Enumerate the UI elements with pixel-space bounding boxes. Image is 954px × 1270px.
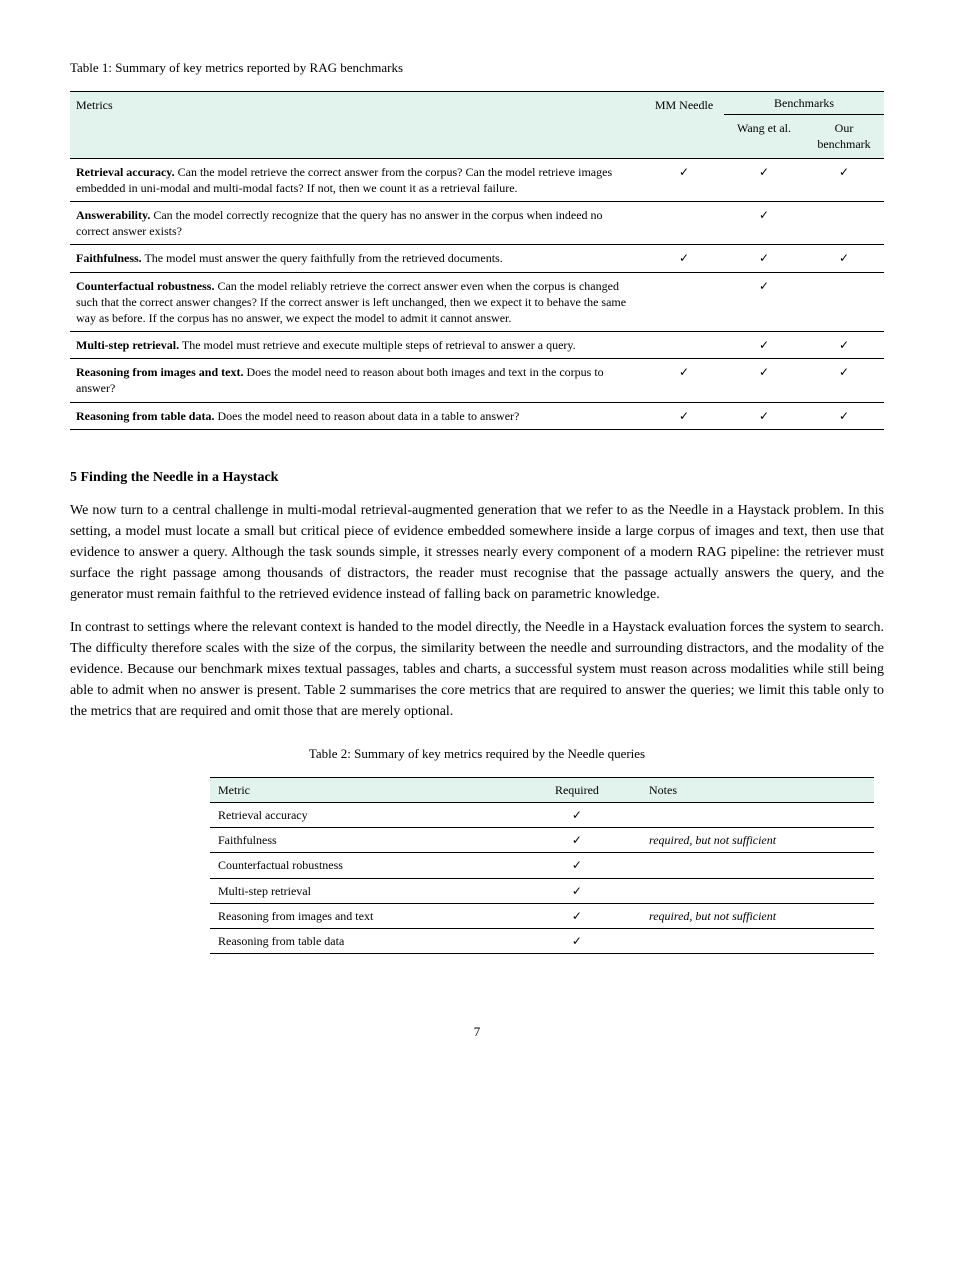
t2-notes-cell xyxy=(641,928,874,953)
t1-mark-cell: ✓ xyxy=(724,359,804,402)
section5-para1: We now turn to a central challenge in mu… xyxy=(70,500,884,605)
check-icon: ✓ xyxy=(839,365,849,379)
t1-mark-cell: ✓ xyxy=(644,402,724,429)
t1-mark-cell: ✓ xyxy=(804,245,884,272)
t2-required-cell: ✓ xyxy=(513,928,641,953)
check-icon: ✓ xyxy=(759,251,769,265)
t1-mark-cell: ✓ xyxy=(724,158,804,201)
t1-mark-cell xyxy=(644,332,724,359)
check-icon: ✓ xyxy=(679,409,689,423)
t2-metric-cell: Counterfactual robustness xyxy=(210,853,513,878)
check-icon: ✓ xyxy=(759,208,769,222)
t2-notes-cell xyxy=(641,803,874,828)
t1-h-benchmarks: Benchmarks xyxy=(724,92,884,115)
t1-metric-cell: Reasoning from table data. Does the mode… xyxy=(70,402,644,429)
t1-mark-cell xyxy=(644,201,724,244)
page-number: 7 xyxy=(70,1024,884,1040)
table2: Metric Required Notes Retrieval accuracy… xyxy=(210,777,874,954)
t2-required-cell: ✓ xyxy=(513,828,641,853)
t2-notes-cell xyxy=(641,878,874,903)
check-icon: ✓ xyxy=(572,833,582,847)
check-icon: ✓ xyxy=(839,165,849,179)
t1-mark-cell xyxy=(644,272,724,332)
t1-h-metric: Metrics xyxy=(70,92,644,159)
t2-metric-cell: Reasoning from table data xyxy=(210,928,513,953)
check-icon: ✓ xyxy=(759,365,769,379)
t1-metric-cell: Reasoning from images and text. Does the… xyxy=(70,359,644,402)
t1-mark-cell: ✓ xyxy=(804,402,884,429)
check-icon: ✓ xyxy=(679,365,689,379)
t1-metric-cell: Faithfulness. The model must answer the … xyxy=(70,245,644,272)
t1-mark-cell: ✓ xyxy=(724,402,804,429)
t2-metric-cell: Retrieval accuracy xyxy=(210,803,513,828)
check-icon: ✓ xyxy=(679,165,689,179)
check-icon: ✓ xyxy=(572,808,582,822)
t1-h-mm: MM Needle xyxy=(644,92,724,159)
table1-caption: Table 1: Summary of key metrics reported… xyxy=(70,60,884,76)
t1-mark-cell: ✓ xyxy=(724,272,804,332)
check-icon: ✓ xyxy=(572,934,582,948)
t1-mark-cell: ✓ xyxy=(644,158,724,201)
check-icon: ✓ xyxy=(679,251,689,265)
t1-h-congo: Wang et al. xyxy=(724,115,804,158)
check-icon: ✓ xyxy=(839,409,849,423)
t1-h-our: Our benchmark xyxy=(804,115,884,158)
check-icon: ✓ xyxy=(759,338,769,352)
check-icon: ✓ xyxy=(759,165,769,179)
check-icon: ✓ xyxy=(839,338,849,352)
table1: Metrics MM Needle Benchmarks Wang et al.… xyxy=(70,91,884,430)
check-icon: ✓ xyxy=(572,858,582,872)
t1-metric-cell: Counterfactual robustness. Can the model… xyxy=(70,272,644,332)
t2-metric-cell: Reasoning from images and text xyxy=(210,903,513,928)
check-icon: ✓ xyxy=(839,251,849,265)
t1-mark-cell: ✓ xyxy=(804,332,884,359)
section5-para2: In contrast to settings where the releva… xyxy=(70,617,884,722)
t1-mark-cell xyxy=(804,201,884,244)
t1-mark-cell: ✓ xyxy=(804,158,884,201)
t2-notes-cell xyxy=(641,853,874,878)
t2-notes-cell: required, but not sufficient xyxy=(641,828,874,853)
check-icon: ✓ xyxy=(759,409,769,423)
check-icon: ✓ xyxy=(572,884,582,898)
t2-required-cell: ✓ xyxy=(513,803,641,828)
t1-metric-cell: Retrieval accuracy. Can the model retrie… xyxy=(70,158,644,201)
t2-metric-cell: Multi-step retrieval xyxy=(210,878,513,903)
t1-metric-cell: Answerability. Can the model correctly r… xyxy=(70,201,644,244)
t2-required-cell: ✓ xyxy=(513,853,641,878)
t1-mark-cell: ✓ xyxy=(804,359,884,402)
table2-caption: Table 2: Summary of key metrics required… xyxy=(70,746,884,762)
t2-notes-cell: required, but not sufficient xyxy=(641,903,874,928)
t2-required-cell: ✓ xyxy=(513,878,641,903)
t2-h-metric: Metric xyxy=(210,777,513,802)
t1-mark-cell xyxy=(804,272,884,332)
t2-metric-cell: Faithfulness xyxy=(210,828,513,853)
t1-mark-cell: ✓ xyxy=(724,332,804,359)
check-icon: ✓ xyxy=(572,909,582,923)
t1-metric-cell: Multi-step retrieval. The model must ret… xyxy=(70,332,644,359)
section5-heading: 5 Finding the Needle in a Haystack xyxy=(70,470,884,486)
t2-required-cell: ✓ xyxy=(513,903,641,928)
t1-mark-cell: ✓ xyxy=(644,359,724,402)
check-icon: ✓ xyxy=(759,279,769,293)
t1-mark-cell: ✓ xyxy=(644,245,724,272)
t1-mark-cell: ✓ xyxy=(724,201,804,244)
t2-h-notes: Notes xyxy=(641,777,874,802)
t2-h-required: Required xyxy=(513,777,641,802)
t1-mark-cell: ✓ xyxy=(724,245,804,272)
